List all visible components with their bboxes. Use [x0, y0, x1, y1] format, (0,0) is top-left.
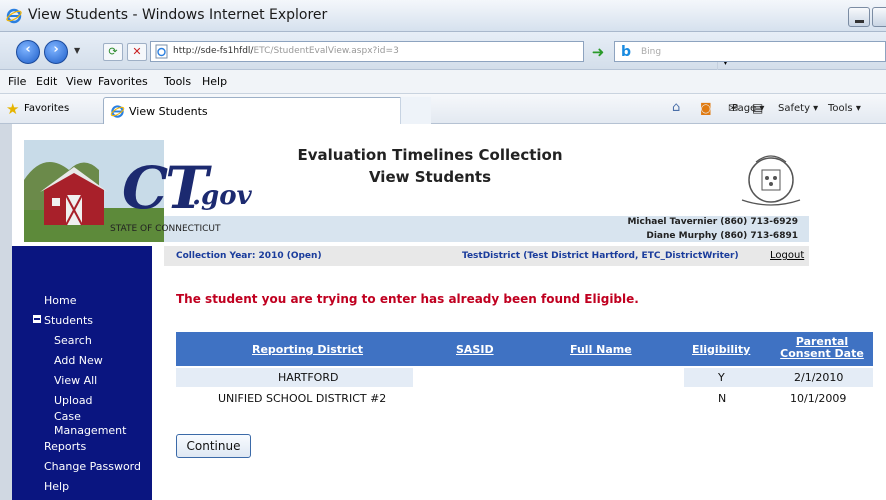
- column-header-parental-consent[interactable]: Parental Consent Date: [778, 336, 866, 360]
- column-header-full-name[interactable]: Full Name: [570, 344, 632, 356]
- gov-logo-text: .gov: [192, 181, 252, 211]
- contact-1: Michael Tavernier (860) 713-6929: [627, 217, 798, 227]
- back-arrow-icon: ‹: [25, 42, 31, 57]
- page-content: CT .gov STATE OF CONNECTICUT Evaluation …: [0, 124, 886, 500]
- minimize-button[interactable]: [848, 7, 870, 27]
- sidebar: Home Students Search Add New View All Up…: [12, 246, 152, 500]
- tab-label: View Students: [129, 105, 208, 118]
- bing-logo-icon: b: [621, 44, 632, 60]
- favorites-bar: ★ Favorites View Students ⌂ ◙ ✉ ▤ Page ▾…: [0, 94, 886, 124]
- new-tab-button[interactable]: [400, 97, 431, 124]
- menu-edit[interactable]: Edit: [36, 75, 57, 88]
- window-titlebar: View Students - Windows Internet Explore…: [0, 0, 886, 32]
- table-row-highlight: [684, 368, 873, 387]
- sidebar-item-students[interactable]: Students: [44, 314, 93, 327]
- feeds-icon[interactable]: ◙: [700, 101, 712, 115]
- table-header: Reporting District SASID Full Name Eligi…: [176, 332, 873, 366]
- menu-bar: File Edit View Favorites Tools Help: [0, 70, 886, 94]
- state-seal-icon: [741, 155, 801, 206]
- sidebar-item-reports[interactable]: Reports: [44, 440, 86, 453]
- menu-favorites[interactable]: Favorites: [98, 75, 148, 88]
- address-url: http://sde-fs1hfdl/ETC/StudentEvalView.a…: [173, 46, 399, 56]
- favorites-button[interactable]: Favorites: [24, 103, 69, 114]
- cell-consent-date: 2/1/2010: [794, 371, 844, 384]
- page-menu[interactable]: Page ▾: [732, 103, 764, 114]
- column-header-reporting-district[interactable]: Reporting District: [252, 344, 363, 356]
- address-input[interactable]: http://sde-fs1hfdl/ETC/StudentEvalView.a…: [150, 41, 729, 70]
- sidebar-item-change-password[interactable]: Change Password: [44, 460, 141, 473]
- collection-year: Collection Year: 2010 (Open): [176, 251, 322, 261]
- cell-eligibility: Y: [718, 371, 725, 384]
- continue-button[interactable]: Continue: [176, 434, 251, 458]
- sidebar-item-add-new[interactable]: Add New: [54, 354, 103, 367]
- search-input[interactable]: b Bing: [614, 41, 886, 62]
- contact-2: Diane Murphy (860) 713-6891: [646, 231, 798, 241]
- home-icon[interactable]: ⌂: [672, 100, 680, 115]
- internet-explorer-icon: [6, 8, 22, 24]
- search-placeholder: Bing: [641, 47, 662, 57]
- sidebar-item-case-management-1[interactable]: Case: [54, 410, 81, 423]
- district-label: TestDistrict (Test District Hartford, ET…: [462, 251, 739, 261]
- refresh-button[interactable]: ⟳: [103, 43, 123, 61]
- sidebar-item-search[interactable]: Search: [54, 334, 92, 347]
- cell-reporting-district: HARTFORD: [278, 371, 339, 384]
- sidebar-item-upload[interactable]: Upload: [54, 394, 93, 407]
- menu-tools[interactable]: Tools: [164, 75, 191, 88]
- sidebar-item-help[interactable]: Help: [44, 480, 69, 493]
- back-button[interactable]: ‹: [16, 40, 40, 64]
- cell-consent-date: 10/1/2009: [790, 392, 847, 405]
- browser-tab[interactable]: View Students: [103, 97, 431, 124]
- column-header-eligibility[interactable]: Eligibility: [692, 344, 750, 356]
- stop-button[interactable]: ✕: [127, 43, 147, 61]
- menu-help[interactable]: Help: [202, 75, 227, 88]
- page-title: Evaluation Timelines Collection View Stu…: [280, 144, 580, 188]
- error-message: The student you are trying to enter has …: [176, 292, 639, 306]
- safety-menu[interactable]: Safety ▾: [778, 103, 818, 114]
- app-title-line2: View Students: [368, 168, 492, 186]
- logout-link[interactable]: Logout: [770, 250, 804, 261]
- forward-button[interactable]: ›: [44, 40, 68, 64]
- sidebar-item-case-management-2[interactable]: Management: [54, 424, 126, 437]
- app-title-line1: Evaluation Timelines Collection: [297, 146, 563, 164]
- maximize-button[interactable]: [872, 7, 886, 27]
- internet-explorer-icon: [110, 105, 125, 118]
- cell-reporting-district: UNIFIED SCHOOL DISTRICT #2: [218, 392, 387, 405]
- state-label: STATE OF CONNECTICUT: [110, 224, 221, 234]
- window-title: View Students - Windows Internet Explore…: [28, 7, 328, 23]
- address-toolbar: ‹ › ▼ ⟳ ✕ http://sde-fs1hfdl/ETC/Student…: [0, 32, 886, 70]
- sidebar-item-home[interactable]: Home: [44, 294, 76, 307]
- go-arrow-icon[interactable]: ➜: [588, 43, 608, 61]
- menu-file[interactable]: File: [8, 75, 26, 88]
- sidebar-item-view-all[interactable]: View All: [54, 374, 97, 387]
- menu-view[interactable]: View: [66, 75, 92, 88]
- forward-arrow-icon: ›: [53, 42, 59, 57]
- page-icon: [155, 44, 168, 59]
- tools-menu[interactable]: Tools ▾: [828, 103, 861, 114]
- parental-line2: Consent Date: [780, 347, 864, 360]
- favorites-star-icon[interactable]: ★: [6, 100, 19, 118]
- history-dropdown-icon[interactable]: ▼: [74, 46, 80, 55]
- cell-eligibility: N: [718, 392, 727, 405]
- collapse-icon[interactable]: [33, 315, 41, 323]
- column-header-sasid[interactable]: SASID: [456, 344, 494, 356]
